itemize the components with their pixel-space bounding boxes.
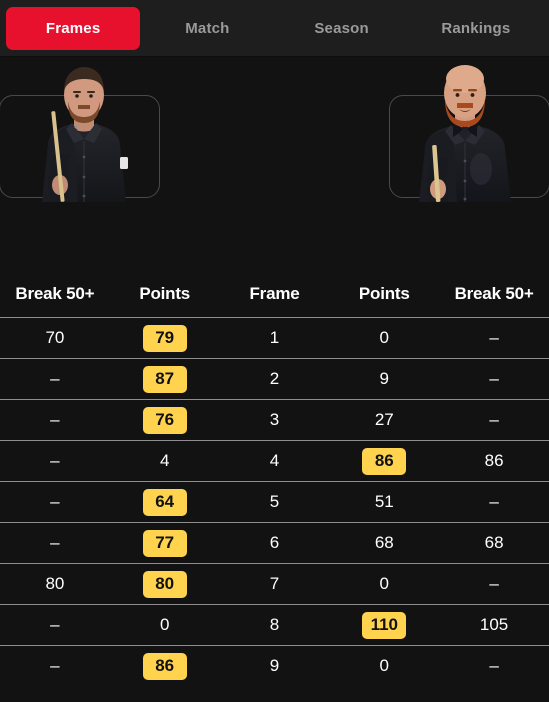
cell-frame: 6	[269, 533, 280, 552]
tab-match[interactable]: Match	[140, 7, 274, 50]
cell-break-right: –	[489, 574, 499, 593]
cell-points-right: 68	[374, 533, 394, 552]
table-row: 80 80 7 0 –	[0, 563, 549, 604]
cell-break-left: 80	[45, 574, 65, 593]
cell-points-left-badge: 80	[142, 570, 187, 598]
cell-frame: 8	[269, 615, 280, 634]
header-break-right: Break 50+	[454, 283, 534, 303]
left-player-photo	[4, 57, 164, 202]
cell-break-left: –	[50, 451, 60, 470]
cell-break-left: –	[50, 369, 60, 388]
table-row: – 77 6 68 68	[0, 522, 549, 563]
table-row: – 4 4 86 86	[0, 440, 549, 481]
cell-points-right: 0	[379, 656, 390, 675]
tab-season[interactable]: Season	[275, 7, 409, 50]
cell-points-left-badge: 64	[142, 488, 187, 516]
tab-rankings[interactable]: Rankings	[409, 7, 543, 50]
tab-match-label: Match	[185, 19, 230, 37]
cell-points-right-badge: 110	[362, 611, 407, 639]
cell-points-right: 51	[374, 492, 394, 511]
cell-points-left: 87	[110, 365, 220, 393]
cell-points-left: 0	[159, 615, 170, 634]
cell-points-left: 80	[110, 570, 220, 598]
cell-break-right: –	[489, 492, 499, 511]
frames-table: Break 50+ Points Frame Points Break 50+ …	[0, 270, 549, 686]
table-header-row: Break 50+ Points Frame Points Break 50+	[0, 270, 549, 317]
cell-frame: 2	[269, 369, 280, 388]
cell-points-right-badge: 86	[362, 447, 407, 475]
cell-points-left-badge: 87	[142, 365, 187, 393]
cell-points-right: 27	[374, 410, 394, 429]
cell-points-left: 86	[110, 652, 220, 680]
tab-frames-label: Frames	[45, 19, 101, 37]
cell-points-left: 4	[159, 451, 170, 470]
cell-break-left: –	[50, 533, 60, 552]
cell-points-left: 64	[110, 488, 220, 516]
header-break-left: Break 50+	[15, 283, 95, 303]
cell-frame: 7	[269, 574, 280, 593]
cell-break-right: –	[489, 410, 499, 429]
cell-break-right: –	[489, 656, 499, 675]
cell-points-right: 86	[329, 447, 439, 475]
cell-break-left: –	[50, 656, 60, 675]
table-row: – 86 9 0 –	[0, 645, 549, 686]
tab-season-label: Season	[314, 19, 369, 37]
tab-rankings-label: Rankings	[441, 19, 511, 37]
cell-frame: 4	[269, 451, 280, 470]
cell-break-left: –	[50, 410, 60, 429]
cell-points-left-badge: 86	[142, 652, 187, 680]
cell-frame: 1	[269, 328, 280, 347]
cell-frame: 3	[269, 410, 280, 429]
cell-points-right: 0	[379, 574, 390, 593]
cell-break-right: 86	[484, 451, 504, 470]
table-row: – 64 5 51 –	[0, 481, 549, 522]
cell-break-right: –	[489, 328, 499, 347]
table-row: – 0 8 110 105	[0, 604, 549, 645]
header-frame: Frame	[249, 283, 300, 303]
table-row: – 87 2 9 –	[0, 358, 549, 399]
cell-points-left-badge: 76	[142, 406, 187, 434]
cell-points-left: 79	[110, 324, 220, 352]
cell-break-right: 105	[479, 615, 509, 634]
cell-break-left: –	[50, 615, 60, 634]
table-row: 70 79 1 0 –	[0, 317, 549, 358]
tab-frames[interactable]: Frames	[6, 6, 141, 50]
cell-break-right: –	[489, 369, 499, 388]
cell-points-right: 9	[379, 369, 390, 388]
cell-points-left: 76	[110, 406, 220, 434]
cell-break-left: –	[50, 492, 60, 511]
table-body: 70 79 1 0– –87 2 9– –76 3 27– –4 4 86 86–64 5 51– –77 6 68…	[0, 317, 549, 686]
header-points-right: Points	[358, 283, 410, 303]
cell-points-left-badge: 79	[142, 324, 187, 352]
table-row: – 76 3 27 –	[0, 399, 549, 440]
cell-break-right: 68	[484, 533, 504, 552]
cell-frame: 5	[269, 492, 280, 511]
header-points-left: Points	[139, 283, 191, 303]
cell-break-left: 70	[45, 328, 65, 347]
cell-frame: 9	[269, 656, 280, 675]
players-section	[0, 57, 549, 270]
cell-points-left: 77	[110, 529, 220, 557]
right-player-photo	[385, 57, 545, 202]
cell-points-right: 0	[379, 328, 390, 347]
tab-bar: Frames Match Season Rankings	[0, 0, 549, 57]
cell-points-left-badge: 77	[142, 529, 187, 557]
cell-points-right: 110	[329, 611, 439, 639]
